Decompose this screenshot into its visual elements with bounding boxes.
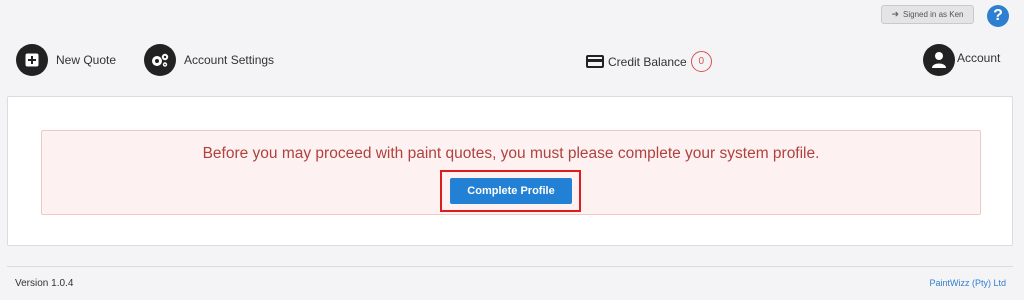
help-icon[interactable]: ? [987,5,1009,27]
credit-balance-badge: 0 [690,51,712,72]
main-nav: New Quote Account Settings Credit Balanc… [0,44,1024,78]
account-button[interactable]: Account [923,44,1000,76]
signed-in-label: Signed in as Ken [903,10,964,19]
complete-profile-button[interactable]: Complete Profile [450,178,572,204]
highlight-box: Complete Profile [440,170,581,212]
sign-in-icon: ➜ [891,9,900,19]
account-settings-label: Account Settings [184,53,275,67]
profile-alert: Before you may proceed with paint quotes… [41,130,981,215]
account-settings-button[interactable]: Account Settings [144,44,274,76]
main-card: Before you may proceed with paint quotes… [7,96,1013,246]
credit-card-icon [586,55,604,68]
top-bar: ➜ Signed in as Ken ? [0,0,1024,34]
plus-square-icon [16,44,48,76]
credit-balance[interactable]: Credit Balance 0 [586,51,712,72]
company-link[interactable]: PaintWizz (Pty) Ltd [929,278,1006,288]
gears-icon [144,44,176,76]
footer-divider [7,266,1013,267]
account-label: Account [957,51,1001,65]
credit-balance-label: Credit Balance [608,54,687,69]
signed-in-badge[interactable]: ➜ Signed in as Ken [881,5,974,24]
alert-message: Before you may proceed with paint quotes… [202,145,820,162]
new-quote-button[interactable]: New Quote [16,44,116,76]
new-quote-label: New Quote [56,53,117,67]
version-label: Version 1.0.4 [15,278,74,289]
user-icon [923,44,955,76]
